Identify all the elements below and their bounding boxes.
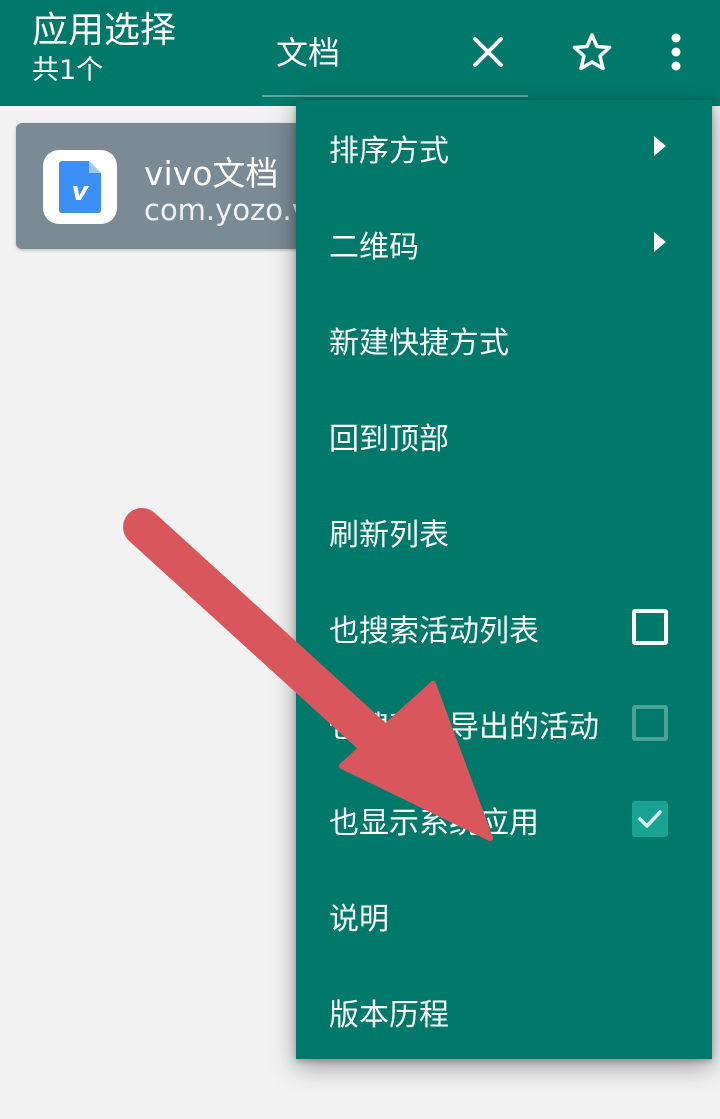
search-underline — [262, 95, 528, 97]
app-icon-letter: v — [72, 177, 90, 207]
menu-item-qrcode[interactable]: 二维码 — [296, 196, 712, 292]
menu-item-refresh-list[interactable]: 刷新列表 — [296, 484, 712, 580]
more-vert-icon — [671, 33, 681, 71]
menu-item-label: 新建快捷方式 — [329, 326, 509, 361]
menu-item-back-to-top[interactable]: 回到顶部 — [296, 388, 712, 484]
menu-item-label: 说明 — [329, 902, 389, 937]
menu-item-label: 二维码 — [329, 230, 419, 265]
menu-item-label: 也搜索未导出的活动 — [329, 710, 599, 745]
menu-item-search-activities[interactable]: 也搜索活动列表 — [296, 580, 712, 676]
app-bar: 应用选择 共1个 — [0, 0, 720, 106]
menu-item-label: 也搜索活动列表 — [329, 614, 539, 649]
search-unexported-checkbox[interactable] — [632, 705, 668, 741]
menu-item-search-unexported[interactable]: 也搜索未导出的活动 — [296, 676, 712, 772]
submenu-arrow-icon — [654, 232, 666, 252]
app-name: vivo文档 — [144, 154, 279, 193]
menu-item-label: 刷新列表 — [329, 518, 449, 553]
menu-item-show-system-apps[interactable]: 也显示系统应用 — [296, 772, 712, 868]
clear-search-button[interactable] — [458, 22, 518, 82]
menu-item-help[interactable]: 说明 — [296, 868, 712, 964]
star-outline-icon — [572, 33, 612, 71]
result-count: 共1个 — [32, 55, 104, 86]
page-title: 应用选择 — [32, 10, 177, 51]
vivo-docs-icon: v — [43, 150, 117, 224]
search-input[interactable] — [262, 16, 462, 86]
menu-item-version-history[interactable]: 版本历程 — [296, 964, 712, 1060]
app-package-name: com.yozo.v — [144, 193, 309, 227]
menu-item-label: 也显示系统应用 — [329, 806, 539, 841]
title-block: 应用选择 共1个 — [32, 8, 176, 88]
menu-item-label: 版本历程 — [329, 998, 449, 1033]
menu-item-label: 回到顶部 — [329, 422, 449, 457]
menu-item-sort[interactable]: 排序方式 — [296, 100, 712, 196]
favorite-button[interactable] — [562, 22, 622, 82]
submenu-arrow-icon — [654, 136, 666, 156]
check-icon — [638, 810, 662, 828]
close-icon — [473, 37, 503, 67]
more-options-button[interactable] — [646, 22, 706, 82]
page: 应用选择 共1个 v — [0, 0, 720, 1119]
menu-item-label: 排序方式 — [329, 134, 449, 169]
menu-item-new-shortcut[interactable]: 新建快捷方式 — [296, 292, 712, 388]
search-activities-checkbox[interactable] — [632, 609, 668, 645]
show-system-apps-checkbox[interactable] — [632, 801, 668, 837]
overflow-menu: 排序方式 二维码 新建快捷方式 回到顶部 刷新列表 也搜索活动列表 也搜索未导出… — [296, 100, 712, 1059]
